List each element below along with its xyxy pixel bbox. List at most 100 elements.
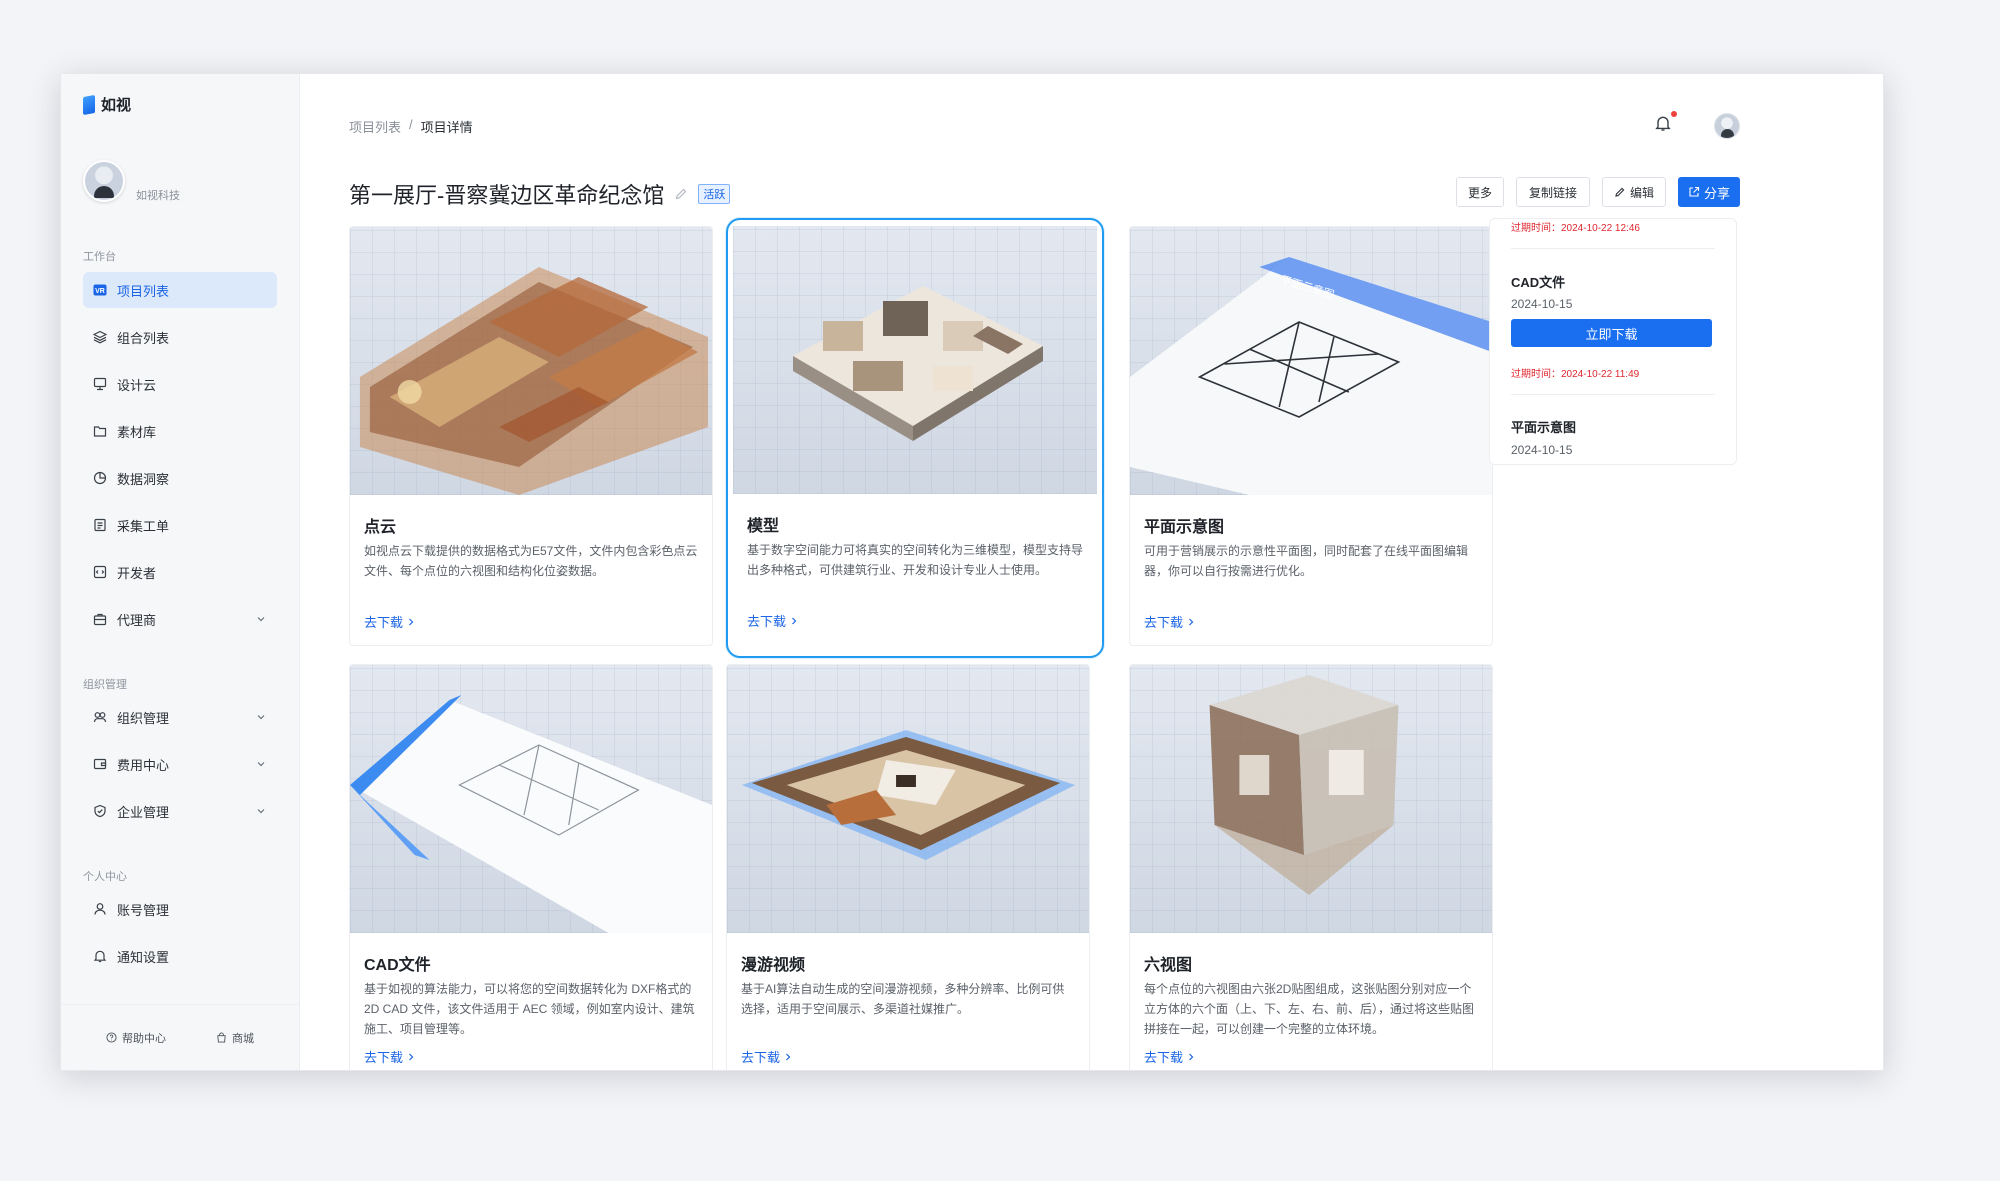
download-card-cad[interactable]: CAD文件 基于如视的算法能力，可以将您的空间数据转化为 DXF格式的 2D C… (349, 664, 713, 1070)
expire-time: 过期时间：2024-10-22 11:49 (1511, 369, 1640, 380)
project-title: 第一展厅-晋察冀边区革命纪念馆 (349, 183, 665, 208)
org-avatar[interactable] (83, 160, 125, 202)
bell-icon (93, 949, 107, 963)
sidebar-item-agent[interactable]: 代理商 (83, 601, 277, 637)
notification-bell-icon[interactable] (1654, 114, 1672, 132)
card-download-link[interactable]: 去下载 (1144, 1047, 1196, 1066)
chevron-right-icon (792, 617, 797, 624)
point-cloud-preview-image (350, 227, 712, 495)
org-name: 如视科技 (136, 190, 180, 202)
card-description: 可用于营销展示的示意性平面图，同时配套了在线平面图编辑器，你可以自行按需进行优化… (1144, 544, 1469, 578)
chevron-down-icon (257, 762, 265, 767)
card-title: 平面示意图 (1144, 519, 1225, 536)
sidebar-item-group-list[interactable]: 组合列表 (83, 319, 277, 355)
edit-pencil-icon[interactable] (674, 187, 688, 201)
card-description: 每个点位的六视图由六张2D贴图组成，这张贴图分别对应一个立方体的六个面（上、下、… (1144, 982, 1475, 1036)
download-card-point-cloud[interactable]: 点云 如视点云下载提供的数据格式为E57文件，文件内包含彩色点云文件、每个点位的… (349, 226, 713, 646)
section-label-org: 组织管理 (83, 679, 127, 691)
download-history-panel: 过期时间：2024-10-22 12:46 CAD文件 2024-10-15 立… (1489, 218, 1737, 465)
chevron-right-icon (409, 1053, 414, 1060)
sidebar-item-label: 采集工单 (117, 518, 170, 534)
card-description: 基于如视的算法能力，可以将您的空间数据转化为 DXF格式的 2D CAD 文件，… (364, 982, 695, 1036)
sidebar-item-label: 费用中心 (117, 757, 170, 773)
sidebar-item-developer[interactable]: 开发者 (83, 554, 277, 590)
sidebar-item-org-management[interactable]: 组织管理 (83, 699, 277, 735)
org-icon (93, 710, 107, 724)
edit-button[interactable]: 编辑 (1602, 177, 1666, 207)
folder-icon (93, 424, 107, 438)
chevron-down-icon (257, 809, 265, 814)
logo[interactable]: 如视 (83, 94, 131, 115)
help-center-link[interactable]: 帮助中心 (106, 1030, 166, 1046)
briefcase-icon (93, 612, 107, 626)
tour-video-preview-image (727, 665, 1089, 933)
chevron-right-icon (1189, 1053, 1194, 1060)
card-download-label: 去下载 (1144, 615, 1184, 630)
download-card-model[interactable]: 模型 基于数字空间能力可将真实的空间转化为三维模型，模型支持导出多种格式，可供建… (726, 218, 1104, 658)
document-icon (93, 518, 107, 532)
more-button[interactable]: 更多 (1456, 177, 1504, 207)
card-download-label: 去下载 (1144, 1050, 1184, 1065)
download-now-label: 立即下载 (1585, 326, 1638, 342)
sidebar-item-label: 数据洞察 (117, 471, 170, 487)
sidebar-item-design-cloud[interactable]: 设计云 (83, 366, 277, 402)
card-download-label: 去下载 (364, 615, 404, 630)
download-now-button[interactable]: 立即下载 (1511, 319, 1712, 347)
file-date: 2024-10-15 (1511, 297, 1573, 311)
card-title: 六视图 (1144, 957, 1193, 974)
sidebar-item-label: 项目列表 (117, 283, 170, 299)
divider (1511, 394, 1715, 395)
sidebar-item-work-order[interactable]: 采集工单 (83, 507, 277, 543)
sidebar-item-project-list[interactable]: VR 项目列表 (83, 272, 277, 308)
download-card-six-views[interactable]: 六视图 每个点位的六视图由六张2D贴图组成，这张贴图分别对应一个立方体的六个面（… (1129, 664, 1493, 1070)
sidebar-item-notification-settings[interactable]: 通知设置 (83, 938, 277, 974)
copy-link-button[interactable]: 复制链接 (1516, 177, 1590, 207)
card-download-label: 去下载 (364, 1050, 404, 1065)
breadcrumb-separator: / (409, 117, 413, 132)
file-name: 平面示意图 (1511, 420, 1577, 435)
divider (1511, 248, 1715, 249)
card-download-link[interactable]: 去下载 (364, 1047, 416, 1066)
code-icon (93, 565, 107, 579)
sidebar-item-billing-center[interactable]: 费用中心 (83, 746, 277, 782)
card-description: 基于数字空间能力可将真实的空间转化为三维模型，模型支持导出多种格式，可供建筑行业… (747, 543, 1084, 577)
edit-label: 编辑 (1629, 185, 1654, 200)
download-card-floor-plan[interactable]: 平面示意图 平面示意图 可用于营销展示的示意性平面图，同时配套了在线平面图编辑器… (1129, 226, 1493, 646)
chevron-down-icon (257, 715, 265, 720)
section-label-workspace: 工作台 (83, 251, 116, 263)
chevron-right-icon (1189, 618, 1194, 625)
chevron-right-icon (786, 1053, 791, 1060)
shield-icon (93, 804, 107, 818)
more-label: 更多 (1467, 185, 1492, 200)
card-download-link[interactable]: 去下载 (1144, 612, 1196, 631)
sidebar-item-data-insight[interactable]: 数据洞察 (83, 460, 277, 496)
sidebar: 如视 如视科技 工作台 VR 项目列表 组合列表 设计云 素材库 数据洞察 采集… (61, 74, 300, 1070)
card-download-link[interactable]: 去下载 (364, 612, 416, 631)
chevron-down-icon (257, 617, 265, 622)
sidebar-item-asset-library[interactable]: 素材库 (83, 413, 277, 449)
breadcrumb-parent[interactable]: 项目列表 (349, 117, 401, 136)
store-link[interactable]: 商城 (216, 1030, 254, 1046)
user-icon (93, 902, 107, 916)
card-title: 模型 (747, 518, 780, 535)
logo-icon (83, 94, 95, 115)
page-title: 第一展厅-晋察冀边区革命纪念馆 活跃 (349, 178, 731, 210)
section-label-personal: 个人中心 (83, 871, 127, 883)
card-download-link[interactable]: 去下载 (747, 611, 799, 630)
sidebar-item-account-management[interactable]: 账号管理 (83, 891, 277, 927)
help-center-label: 帮助中心 (122, 1032, 166, 1045)
share-button[interactable]: 分享 (1678, 177, 1740, 207)
edit-icon (1615, 187, 1625, 197)
shopping-bag-icon (217, 1032, 226, 1043)
sidebar-item-enterprise-management[interactable]: 企业管理 (83, 793, 277, 829)
header-avatar[interactable] (1714, 113, 1740, 139)
layers-icon (93, 330, 107, 344)
card-download-link[interactable]: 去下载 (741, 1047, 793, 1066)
download-card-tour-video[interactable]: 漫游视频 基于AI算法自动生成的空间漫游视频，多种分辨率、比例可供选择，适用于空… (726, 664, 1090, 1070)
sidebar-footer: 帮助中心 商城 (61, 1004, 299, 1070)
card-download-label: 去下载 (741, 1050, 781, 1065)
card-download-label: 去下载 (747, 614, 787, 629)
expire-time: 过期时间：2024-10-22 12:46 (1511, 223, 1640, 234)
card-description: 如视点云下载提供的数据格式为E57文件，文件内包含彩色点云文件、每个点位的六视图… (364, 544, 698, 578)
share-label: 分享 (1703, 185, 1730, 201)
